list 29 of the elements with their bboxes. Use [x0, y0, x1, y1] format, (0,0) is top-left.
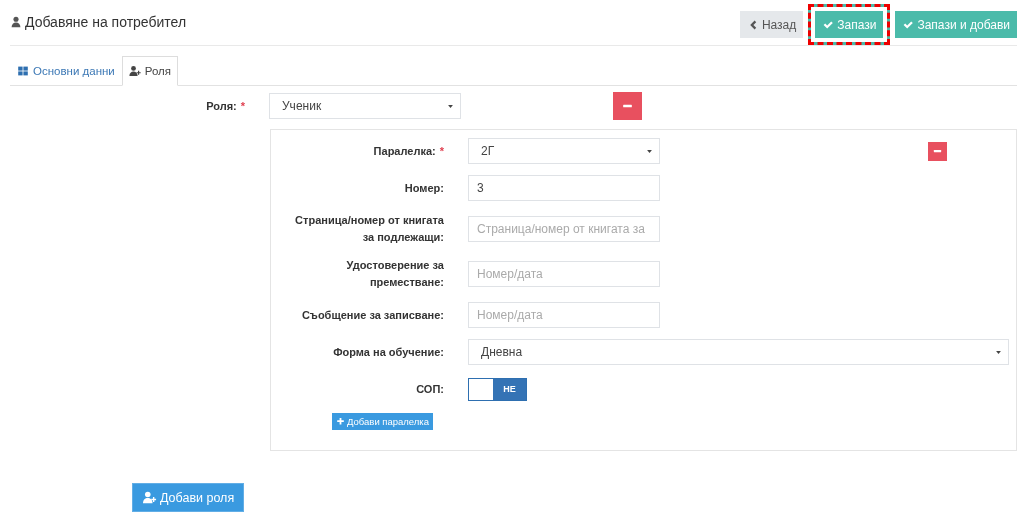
user-add-icon	[142, 491, 157, 504]
input-field[interactable]: Номер/дата	[468, 302, 660, 328]
back-button[interactable]: Назад	[739, 11, 804, 38]
toggle-switch[interactable]: НЕ	[468, 377, 527, 401]
page-title: Добавяне на потребител	[25, 13, 187, 30]
input-field[interactable]: Номер/дата	[468, 261, 660, 287]
select-field[interactable]: 2Г	[468, 138, 660, 164]
field-label: Страница/номер от книгата за подлежащи:	[295, 214, 444, 243]
plus-icon	[336, 417, 345, 426]
select-field[interactable]: Дневна	[468, 339, 1009, 365]
remove-button[interactable]	[613, 92, 642, 120]
input-field[interactable]: Страница/номер от книгата за	[468, 216, 660, 242]
user-add-icon	[128, 65, 141, 77]
required-mark: *	[240, 100, 245, 112]
field-label: СОП:	[416, 382, 444, 395]
user-icon	[10, 15, 22, 28]
select-field[interactable]: Ученик	[269, 93, 461, 119]
tab[interactable]: Основни данни	[10, 56, 122, 86]
field-label: Форма на обучение:	[333, 345, 444, 358]
field-label: Съобщение за записване:	[301, 308, 444, 321]
field-label: Роля:	[206, 100, 237, 112]
tab[interactable]: Роля	[121, 56, 178, 86]
field-label: Номер:	[404, 181, 444, 194]
required-mark: *	[439, 144, 444, 157]
field-label: Удостоверение за преместване:	[346, 259, 444, 288]
input-field[interactable]: 3	[468, 175, 660, 201]
field-label: Паралелка:	[373, 144, 436, 157]
remove-button[interactable]	[928, 141, 947, 161]
grid-icon	[17, 65, 29, 77]
